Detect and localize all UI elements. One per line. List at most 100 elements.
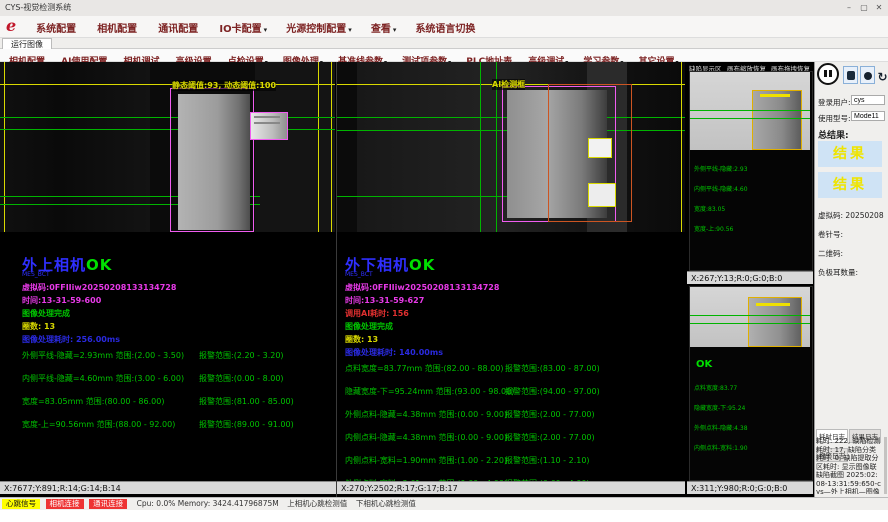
pixel-coords-lower: X:270;Y:2502;R:17;G:17;B:17 bbox=[337, 481, 685, 494]
defect-thumb-bottom[interactable]: OK 点料宽度:83.77 隐藏宽度-下:95.24 外侧点料-隐藏:4.38 … bbox=[689, 286, 813, 481]
menu-light-config[interactable]: 光源控制配置▾ bbox=[279, 16, 359, 39]
thumb-part bbox=[752, 90, 802, 150]
measure-row: 内侧点料-隐藏=4.38mm 范围:(0.00 - 9.00)报警范围:(2.0… bbox=[345, 432, 680, 443]
thumb-text-line: 宽度-上:90.56 bbox=[694, 224, 733, 233]
user-lock-button[interactable] bbox=[843, 66, 858, 84]
thumb-text-line: 宽度:83.05 bbox=[694, 204, 725, 213]
measure-row: 外侧点料-隐藏=4.38mm 范围:(0.00 - 9.00)报警范围:(2.0… bbox=[345, 409, 680, 420]
switch-button[interactable]: ↻ bbox=[877, 66, 888, 84]
pin-number-label: 卷针号: bbox=[818, 229, 843, 240]
maximize-button[interactable]: ▢ bbox=[857, 2, 871, 14]
barcode-text: 虚拟码:0FFIIiw20250208133134728 bbox=[345, 282, 499, 293]
log-text: 耗时: 222, 缺陷检测耗时: 17, 缺陷分类耗时: 0, 缺陷提取分区耗时… bbox=[816, 437, 882, 494]
overlay-yellow-vline bbox=[4, 62, 5, 232]
overlay-green-vline bbox=[480, 62, 481, 232]
overlay-yellow-vline bbox=[331, 62, 332, 232]
thumb-annotation bbox=[760, 94, 790, 97]
pixel-coords-thumb-bottom: X:311;Y:980;R:0;G:0;B:0 bbox=[687, 481, 813, 494]
cpu-memory-text: Cpu: 0.0% Memory: 3424.41796875M bbox=[137, 498, 279, 510]
menu-view[interactable]: 查看▾ bbox=[364, 16, 404, 39]
overlay-green-line bbox=[690, 315, 810, 316]
result-block-lower: 外下相机OK MES_BCT 虚拟码:0FFIIiw20250208133134… bbox=[337, 232, 685, 481]
refresh-arrow-icon: ↻ bbox=[877, 70, 887, 84]
overlay-green-line bbox=[690, 110, 810, 111]
thumb-text-line: 外侧平线-隐藏:2.93 bbox=[694, 164, 748, 173]
pause-icon bbox=[829, 70, 832, 77]
part-image bbox=[178, 94, 250, 230]
chevron-down-icon: ▾ bbox=[348, 26, 352, 34]
login-user-field[interactable] bbox=[851, 95, 885, 105]
virtual-code-label: 虚拟码: 20250208 bbox=[818, 210, 884, 221]
overlay-yellow-line bbox=[0, 84, 335, 85]
menu-system-config[interactable]: 系统配置 bbox=[29, 16, 85, 39]
thumb-ok-text: OK bbox=[696, 359, 712, 370]
close-button[interactable]: ✕ bbox=[872, 2, 886, 14]
lock-icon bbox=[847, 71, 855, 80]
overlay-yellow-vline bbox=[681, 62, 682, 232]
measure-row: 宽度-上=90.56mm 范围:(88.00 - 92.00)报警范围:(89.… bbox=[22, 419, 332, 430]
tab-highlight bbox=[588, 183, 616, 207]
camera-lens-button[interactable] bbox=[860, 66, 875, 84]
pause-icon bbox=[824, 70, 827, 77]
lens-icon bbox=[864, 72, 872, 80]
menu-language-switch[interactable]: 系统语言切换 bbox=[408, 16, 484, 39]
menu-bar: e 系统配置 相机配置 通讯配置 IO卡配置▾ 光源控制配置▾ 查看▾ 系统语言… bbox=[0, 16, 888, 38]
window-title: CYS-视觉检测系统 bbox=[5, 3, 71, 12]
model-field[interactable] bbox=[851, 111, 885, 121]
login-user-label: 登录用户: bbox=[818, 97, 851, 108]
qr-code-label: 二维码: bbox=[818, 248, 843, 259]
total-result-label: 总结果: bbox=[818, 128, 849, 141]
menu-camera-config[interactable]: 相机配置 bbox=[90, 16, 146, 39]
thumb-text-line: 点料宽度:83.77 bbox=[694, 383, 737, 392]
part-tab-stripe bbox=[254, 122, 280, 124]
neg-tab-count-label: 负极耳数量: bbox=[818, 267, 858, 278]
pause-button[interactable] bbox=[817, 63, 839, 85]
upper-cam-heartbeat-text: 上相机心跳检测值 bbox=[287, 498, 347, 510]
overlay-green-line bbox=[690, 323, 810, 324]
mes-status: MES_BCT bbox=[22, 271, 50, 278]
measure-row: 内侧平线-隐藏=4.60mm 范围:(3.00 - 6.00)报警范围:(0.0… bbox=[22, 373, 332, 384]
ai-cost-text: 调用AI耗时: 156 bbox=[345, 308, 409, 319]
loop-count-text: 圈数: 13 bbox=[22, 321, 55, 332]
measure-row: 内侧点料-宽料=1.90mm 范围:(1.00 - 2.20)报警范围:(1.1… bbox=[345, 455, 680, 466]
process-done-text: 图像处理完成 bbox=[345, 321, 393, 332]
result-box-2: 结果 bbox=[818, 172, 882, 198]
camera-view-lower[interactable]: AI检测框 bbox=[337, 62, 685, 232]
toolbar: 相机配置 AI使用配置 相机调试 高级设置 点检设置▾ 图像处理▾ 基准线参数▾… bbox=[0, 49, 888, 62]
virtual-code-value: 20250208 bbox=[845, 211, 883, 220]
ai-box-label: AI检测框 bbox=[492, 79, 525, 90]
thumb-text-line: 隐藏宽度-下:95.24 bbox=[694, 403, 745, 412]
app-logo-icon: e bbox=[6, 16, 16, 35]
process-cost-text: 图像处理耗时: 256.00ms bbox=[22, 334, 120, 345]
tab-highlight bbox=[588, 138, 612, 158]
heartbeat-badge: 心跳信号 bbox=[2, 499, 40, 509]
lower-cam-heartbeat-text: 下相机心跳检测值 bbox=[356, 498, 416, 510]
thumb-text-line: 内侧平线-隐藏:4.60 bbox=[694, 184, 748, 193]
thumb-annotation bbox=[756, 303, 790, 306]
threshold-overlay-text: 静态阈值:93, 动态阈值:100 bbox=[172, 80, 276, 91]
defect-thumb-top[interactable]: 外侧平线-隐藏:2.93 内侧平线-隐藏:4.60 宽度:83.05 宽度-上:… bbox=[689, 71, 813, 271]
menu-io-config[interactable]: IO卡配置▾ bbox=[212, 16, 274, 39]
overlay-green-line bbox=[690, 118, 810, 119]
title-bar: CYS-视觉检测系统 bbox=[0, 0, 888, 16]
time-text: 时间:13-31-59-627 bbox=[345, 295, 424, 306]
app-window: CYS-视觉检测系统 – ▢ ✕ e 系统配置 相机配置 通讯配置 IO卡配置▾… bbox=[0, 0, 888, 522]
mes-status: MES_BCT bbox=[345, 271, 373, 278]
measure-row: 隐藏宽度-下=95.24mm 范围:(93.00 - 98.00)报警范围:(9… bbox=[345, 386, 680, 397]
measure-row: 宽度=83.05mm 范围:(80.00 - 86.00)报警范围:(81.00… bbox=[22, 396, 332, 407]
measure-row: 外侧平线-隐藏=2.93mm 范围:(2.00 - 3.50)报警范围:(2.2… bbox=[22, 350, 332, 361]
status-bar: 心跳信号 相机连接 通讯连接 Cpu: 0.0% Memory: 3424.41… bbox=[0, 497, 888, 510]
process-done-text: 图像处理完成 bbox=[22, 308, 70, 319]
pixel-coords-thumb-top: X:267;Y:13;R:0;G:0;B:0 bbox=[687, 271, 813, 284]
defect-column: 缺陷显示区 画布缩放恢复 画布拖拽恢复 外侧平线-隐藏:2.93 内侧平线-隐藏… bbox=[687, 62, 813, 497]
menu-comm-config[interactable]: 通讯配置 bbox=[151, 16, 207, 39]
model-label: 使用型号: bbox=[818, 113, 851, 124]
camera-link-badge: 相机连接 bbox=[46, 499, 84, 509]
log-scrollbar[interactable] bbox=[884, 437, 887, 494]
bottom-margin bbox=[0, 510, 888, 522]
minimize-button[interactable]: – bbox=[842, 2, 856, 14]
pixel-coords-upper: X:7677;Y:891;R:14;G:14;B:14 bbox=[0, 481, 336, 494]
camera-view-upper[interactable]: 静态阈值:93, 动态阈值:100 bbox=[0, 62, 335, 232]
process-cost-text: 图像处理耗时: 140.00ms bbox=[345, 347, 443, 358]
overlay-yellow-vline bbox=[318, 62, 319, 232]
